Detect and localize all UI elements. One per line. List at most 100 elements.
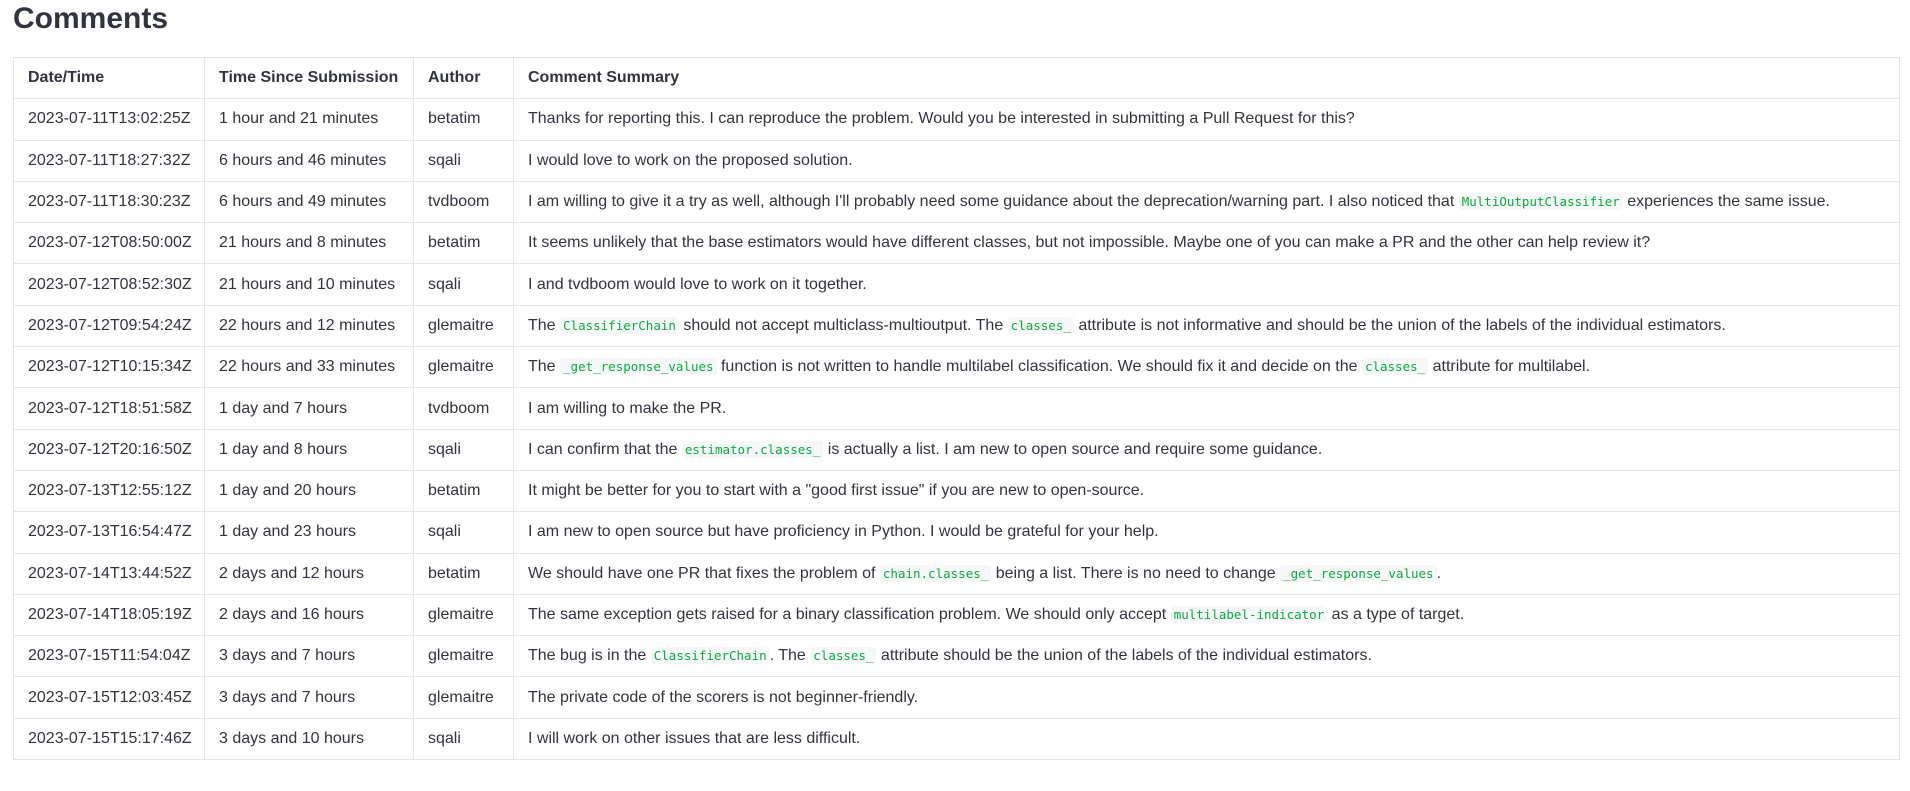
summary-text: I can confirm that the	[528, 440, 682, 458]
cell-time-since: 2 days and 16 hours	[204, 593, 414, 637]
cell-comment-summary: The _get_response_values function is not…	[513, 346, 1900, 389]
cell-author: betatim	[413, 98, 514, 141]
table-row: 2023-07-14T13:44:52Z 2 days and 12 hours b…	[13, 552, 1900, 595]
summary-text: I am willing to give it a try as well, a…	[528, 193, 1459, 211]
summary-text: The	[528, 316, 561, 334]
summary-text: . The	[769, 647, 811, 665]
cell-comment-summary: I would love to work on the proposed sol…	[513, 139, 1900, 182]
cell-comment-summary: I am willing to give it a try as well, a…	[513, 180, 1900, 224]
summary-text: as a type of target.	[1327, 606, 1465, 623]
cell-author: sqali	[413, 263, 514, 306]
cell-comment-summary: We should have one PR that fixes the pro…	[513, 552, 1900, 595]
cell-datetime: 2023-07-12T18:51:58Z	[13, 387, 205, 430]
cell-datetime: 2023-07-11T13:02:25Z	[13, 98, 205, 141]
cell-comment-summary: It seems unlikely that the base estimato…	[513, 222, 1900, 265]
cell-datetime: 2023-07-15T12:03:45Z	[13, 676, 205, 719]
cell-time-since: 2 days and 12 hours	[204, 552, 414, 595]
cell-author: betatim	[413, 222, 514, 265]
table-row: 2023-07-14T18:05:19Z 2 days and 16 hours g…	[13, 593, 1900, 637]
cell-time-since: 22 hours and 33 minutes	[204, 346, 414, 389]
cell-datetime: 2023-07-14T18:05:19Z	[13, 593, 205, 637]
column-header-author[interactable]: Author	[413, 56, 514, 100]
summary-text: I am willing to make the PR.	[528, 399, 727, 417]
cell-author: glemaitre	[413, 676, 514, 719]
table-row: 2023-07-12T18:51:58Z 1 day and 7 hours tvd…	[13, 387, 1900, 430]
cell-author: glemaitre	[413, 593, 514, 637]
cell-author: sqali	[413, 428, 514, 471]
summary-text: The bug is in the	[528, 647, 651, 665]
cell-comment-summary: The ClassifierChain should not accept mu…	[513, 304, 1900, 348]
table-row: 2023-07-12T09:54:24Z 22 hours and 12 minu…	[13, 304, 1900, 348]
table-body: 2023-07-11T13:02:25Z 1 hour and 21 minute…	[13, 98, 1900, 761]
cell-author: tvdboom	[413, 180, 514, 224]
inline-code: _get_response_values	[1280, 564, 1437, 582]
summary-text: I am new to open source but have profici…	[528, 523, 1159, 541]
cell-author: tvdboom	[413, 387, 514, 430]
summary-text: I will work on other issues that are les…	[528, 729, 861, 747]
cell-datetime: 2023-07-11T18:27:32Z	[13, 139, 205, 182]
cell-time-since: 21 hours and 8 minutes	[204, 222, 414, 265]
cell-time-since: 3 days and 10 hours	[204, 717, 414, 761]
cell-datetime: 2023-07-15T15:17:46Z	[13, 717, 205, 761]
table-row: 2023-07-11T18:27:32Z 6 hours and 46 minut…	[13, 139, 1900, 182]
cell-comment-summary: The private code of the scorers is not b…	[513, 676, 1900, 719]
cell-author: sqali	[413, 511, 514, 554]
inline-code: ClassifierChain	[650, 647, 770, 665]
summary-text: It might be better for you to start with…	[528, 482, 1145, 500]
cell-comment-summary: The bug is in the ClassifierChain. The c…	[513, 635, 1900, 678]
cell-comment-summary: I am willing to make the PR.	[513, 387, 1900, 430]
cell-comment-summary: I and tvdboom would love to work on it t…	[513, 263, 1900, 306]
cell-comment-summary: I will work on other issues that are les…	[513, 717, 1900, 761]
summary-text: Thanks for reporting this. I can reprodu…	[528, 110, 1355, 128]
column-header-summary[interactable]: Comment Summary	[513, 56, 1900, 100]
summary-text: experiences the same issue.	[1622, 193, 1830, 211]
comments-page: Comments Date/Time Time Since Submission…	[0, 0, 1910, 791]
table-row: 2023-07-12T10:15:34Z 22 hours and 33 minu…	[13, 346, 1900, 389]
column-header-time-since[interactable]: Time Since Submission	[204, 56, 414, 100]
inline-code: classes_	[1361, 358, 1429, 376]
inline-code: classes_	[810, 647, 877, 665]
cell-comment-summary: Thanks for reporting this. I can reprodu…	[513, 98, 1900, 141]
cell-comment-summary: I can confirm that the estimator.classes…	[513, 428, 1900, 471]
summary-text: The private code of the scorers is not b…	[528, 688, 919, 706]
table-row: 2023-07-11T13:02:25Z 1 hour and 21 minute…	[13, 98, 1900, 141]
cell-time-since: 6 hours and 46 minutes	[204, 139, 414, 182]
summary-text: The	[528, 358, 561, 376]
cell-author: betatim	[413, 552, 514, 595]
cell-datetime: 2023-07-12T10:15:34Z	[13, 346, 205, 389]
cell-datetime: 2023-07-13T12:55:12Z	[13, 469, 205, 513]
cell-time-since: 22 hours and 12 minutes	[204, 304, 414, 348]
summary-text: being a list. There is no need to change	[991, 564, 1281, 582]
cell-author: glemaitre	[413, 346, 514, 389]
inline-code: ClassifierChain	[560, 316, 679, 334]
cell-datetime: 2023-07-12T09:54:24Z	[13, 304, 205, 348]
summary-text: attribute should be the union of the lab…	[876, 647, 1372, 665]
table-row: 2023-07-12T20:16:50Z 1 day and 8 hours sqa…	[13, 428, 1900, 471]
summary-text: function is not written to handle multil…	[716, 358, 1362, 376]
table-row: 2023-07-12T08:52:30Z 21 hours and 10 minu…	[13, 263, 1900, 306]
cell-author: glemaitre	[413, 304, 514, 348]
page-title: Comments	[13, 2, 169, 35]
cell-datetime: 2023-07-12T20:16:50Z	[13, 428, 205, 471]
table-header: Date/Time Time Since Submission Author C…	[13, 56, 1900, 100]
table-row: 2023-07-13T16:54:47Z 1 day and 23 hours sq…	[13, 511, 1900, 554]
cell-time-since: 21 hours and 10 minutes	[204, 263, 414, 306]
inline-code: MultiOutputClassifier	[1458, 193, 1623, 211]
summary-text: The same exception gets raised for a bin…	[528, 606, 1171, 623]
summary-text: I would love to work on the proposed sol…	[528, 151, 853, 169]
cell-time-since: 1 day and 20 hours	[204, 469, 414, 513]
table-row: 2023-07-11T18:30:23Z 6 hours and 49 minut…	[13, 180, 1900, 224]
cell-author: sqali	[413, 717, 514, 761]
table-row: 2023-07-12T08:50:00Z 21 hours and 8 minut…	[13, 222, 1900, 265]
column-header-datetime[interactable]: Date/Time	[13, 56, 205, 100]
cell-time-since: 1 hour and 21 minutes	[204, 98, 414, 141]
cell-time-since: 3 days and 7 hours	[204, 635, 414, 678]
cell-author: glemaitre	[413, 635, 514, 678]
summary-text: is actually a list. I am new to open sou…	[823, 440, 1323, 458]
cell-comment-summary: It might be better for you to start with…	[513, 469, 1900, 513]
cell-comment-summary: The same exception gets raised for a bin…	[513, 593, 1900, 637]
summary-text: should not accept multiclass-multioutput…	[678, 316, 1008, 334]
table-row: 2023-07-15T12:03:45Z 3 days and 7 hours gl…	[13, 676, 1900, 719]
summary-text: attribute for multilabel.	[1428, 358, 1591, 376]
inline-code: multilabel-indicator	[1170, 606, 1328, 623]
